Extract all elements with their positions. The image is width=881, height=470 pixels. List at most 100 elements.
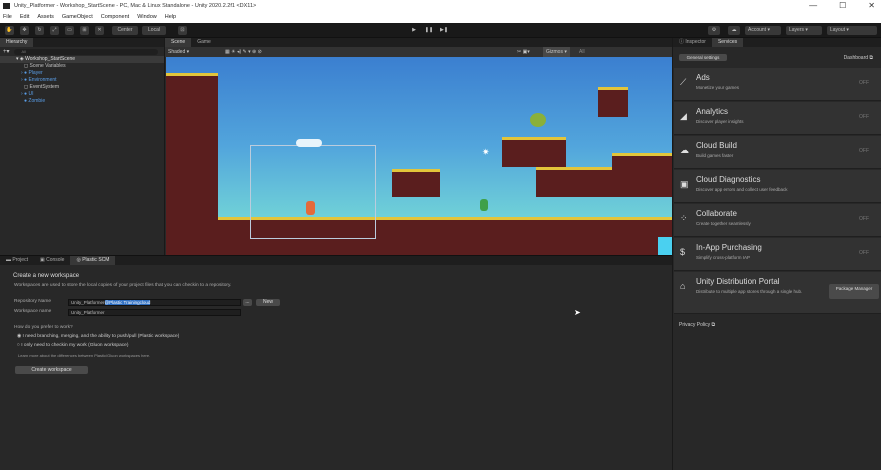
tab-hierarchy[interactable]: Hierarchy: [0, 38, 34, 47]
service-toggle[interactable]: OFF: [859, 114, 869, 120]
scene-search-input[interactable]: All: [579, 47, 585, 57]
layers-dropdown[interactable]: Layers ▾: [786, 26, 822, 35]
scene-viewport[interactable]: ✷: [166, 57, 672, 255]
service-title: In-App Purchasing: [696, 243, 762, 252]
radio-gluon[interactable]: ○ I only need to checkin my work (Gluon …: [17, 343, 128, 348]
repo-text: Unity_Platformer: [71, 300, 105, 305]
menu-component[interactable]: Component: [101, 12, 129, 23]
scale-tool-icon[interactable]: ⤢: [50, 26, 59, 35]
hierarchy-item[interactable]: › ● Environment: [0, 77, 164, 84]
service-title: Analytics: [696, 107, 729, 116]
tab-services[interactable]: Services: [711, 38, 744, 47]
light-gizmo-icon: ✷: [482, 147, 490, 157]
pivot-local-button[interactable]: Local: [142, 26, 166, 35]
tab-game[interactable]: Game: [191, 38, 217, 47]
privacy-policy-link[interactable]: Privacy Policy ⧉: [679, 322, 715, 328]
step-button[interactable]: ▶❚: [439, 26, 449, 35]
hierarchy-item[interactable]: ◻ Scene Variables: [0, 63, 164, 70]
mouse-cursor-icon: ➤: [574, 308, 581, 317]
service-toggle[interactable]: OFF: [859, 148, 869, 154]
learn-more-link[interactable]: Learn more about the differences between…: [18, 353, 150, 358]
general-settings-button[interactable]: General settings: [679, 54, 727, 61]
platform-tile: [502, 137, 566, 167]
service-collaborate[interactable]: ⁘ Collaborate Create together seamlessly OF…: [674, 204, 881, 237]
dashboard-link[interactable]: Dashboard ⧉: [844, 55, 873, 61]
tab-inspector[interactable]: ⓘ Inspector: [673, 38, 712, 47]
move-tool-icon[interactable]: ✥: [20, 26, 29, 35]
service-iap[interactable]: $ In-App Purchasing Simplify cross-platfor…: [674, 238, 881, 271]
play-button[interactable]: ▶: [409, 26, 419, 35]
collab-icon[interactable]: ⚙: [708, 26, 720, 35]
scene-camera-icon[interactable]: ✂ ▣▾: [517, 47, 530, 57]
bottom-tab-bar: ▬ Project ▣ Console ◎ Plastic SCM: [0, 256, 672, 265]
radio-plastic[interactable]: ◉ I need branching, merging, and the abi…: [17, 334, 179, 339]
tab-plastic-scm[interactable]: ◎ Plastic SCM: [70, 256, 116, 265]
workspace-name-input[interactable]: Unity_Platformer: [68, 309, 241, 316]
hand-tool-icon[interactable]: ✋: [5, 26, 14, 35]
hierarchy-item[interactable]: ● Zombie: [0, 98, 164, 105]
2d-toggle-icon[interactable]: ▦ ☀ ◂) ✎ ▾ ⊕ ⊘: [225, 47, 262, 57]
maximize-button[interactable]: ☐: [839, 0, 846, 12]
service-cloud-build[interactable]: ☁ Cloud Build Build games faster OFF: [674, 136, 881, 169]
menu-help[interactable]: Help: [165, 12, 176, 23]
heading: Create a new workspace: [13, 273, 80, 279]
layout-dropdown[interactable]: Layout ▾: [827, 26, 877, 35]
external-link-icon: ⧉: [869, 55, 873, 61]
zombie-sprite: [480, 199, 488, 211]
service-analytics[interactable]: ◢ Analytics Discover player insights OFF: [674, 102, 881, 135]
tab-console[interactable]: ▣ Console: [34, 256, 70, 265]
service-title: Cloud Diagnostics: [696, 175, 761, 184]
shading-dropdown[interactable]: Shaded ▾: [168, 47, 218, 57]
service-title: Collaborate: [696, 209, 737, 218]
hierarchy-item[interactable]: ▾ ◈ Workshop_StartScene: [0, 56, 164, 63]
account-label: Account: [748, 27, 767, 33]
menu-assets[interactable]: Assets: [37, 12, 54, 23]
service-distribution-portal: ⌂ Unity Distribution Portal Distribute t…: [674, 272, 881, 314]
hierarchy-item[interactable]: ◻ EventSystem: [0, 84, 164, 91]
unity-logo-icon: [3, 3, 10, 9]
gizmos-dropdown[interactable]: Gizmos ▾: [543, 47, 570, 57]
new-repo-button[interactable]: New: [256, 299, 280, 306]
minimize-button[interactable]: —: [809, 0, 817, 12]
create-workspace-button[interactable]: Create workspace: [15, 366, 88, 374]
menu-bar: File Edit Assets GameObject Component Wi…: [0, 12, 881, 23]
snap-icon[interactable]: ⊡: [178, 26, 187, 35]
hierarchy-panel: Hierarchy +▾ All ▾ ◈ Workshop_StartScene…: [0, 38, 165, 255]
privacy-label: Privacy Policy: [679, 322, 711, 328]
menu-window[interactable]: Window: [137, 12, 157, 23]
add-icon[interactable]: +▾: [3, 48, 10, 55]
account-dropdown[interactable]: Account ▾: [745, 26, 781, 35]
menu-file[interactable]: File: [3, 12, 12, 23]
tab-project[interactable]: ▬ Project: [0, 256, 34, 265]
ui-element: [658, 237, 672, 255]
pivot-center-button[interactable]: Center: [112, 26, 138, 35]
service-toggle[interactable]: OFF: [859, 80, 869, 86]
cloud-build-icon: ☁: [680, 145, 689, 155]
service-cloud-diagnostics[interactable]: ▣ Cloud Diagnostics Discover app errors an…: [674, 170, 881, 203]
transform-tool-icon[interactable]: ⊞: [80, 26, 89, 35]
custom-tool-icon[interactable]: ✕: [95, 26, 104, 35]
menu-gameobject[interactable]: GameObject: [62, 12, 93, 23]
plastic-scm-panel: ▬ Project ▣ Console ◎ Plastic SCM Create…: [0, 255, 672, 470]
package-manager-button[interactable]: Package Manager: [829, 284, 879, 299]
rect-tool-icon[interactable]: ▭: [65, 26, 74, 35]
browse-button[interactable]: ...: [243, 299, 252, 306]
rotate-tool-icon[interactable]: ↻: [35, 26, 44, 35]
cloud-icon[interactable]: ☁: [728, 26, 740, 35]
service-ads[interactable]: ⟋ Ads Monetize your games OFF: [674, 68, 881, 101]
menu-edit[interactable]: Edit: [20, 12, 29, 23]
pause-button[interactable]: ❚❚: [424, 26, 434, 35]
radio-label: I need branching, merging, and the abili…: [22, 334, 180, 339]
workspace-label: Workspace name: [14, 309, 52, 314]
hierarchy-item[interactable]: › ● Player: [0, 70, 164, 77]
service-toggle[interactable]: OFF: [859, 250, 869, 256]
hierarchy-search-input[interactable]: All: [13, 48, 158, 55]
repository-name-input[interactable]: Unity_Platformer@Plastic Trainingcloud: [68, 299, 241, 306]
tab-scene[interactable]: Scene: [165, 38, 192, 47]
tab-label: Console: [46, 257, 65, 263]
platform-tile: [166, 73, 218, 255]
close-button[interactable]: ✕: [868, 0, 875, 12]
main-toolbar: ✋ ✥ ↻ ⤢ ▭ ⊞ ✕ Center Local ⊡ ▶ ❚❚ ▶❚ ⚙ ☁…: [0, 23, 881, 38]
hierarchy-item[interactable]: › ● UI: [0, 91, 164, 98]
service-toggle[interactable]: OFF: [859, 216, 869, 222]
